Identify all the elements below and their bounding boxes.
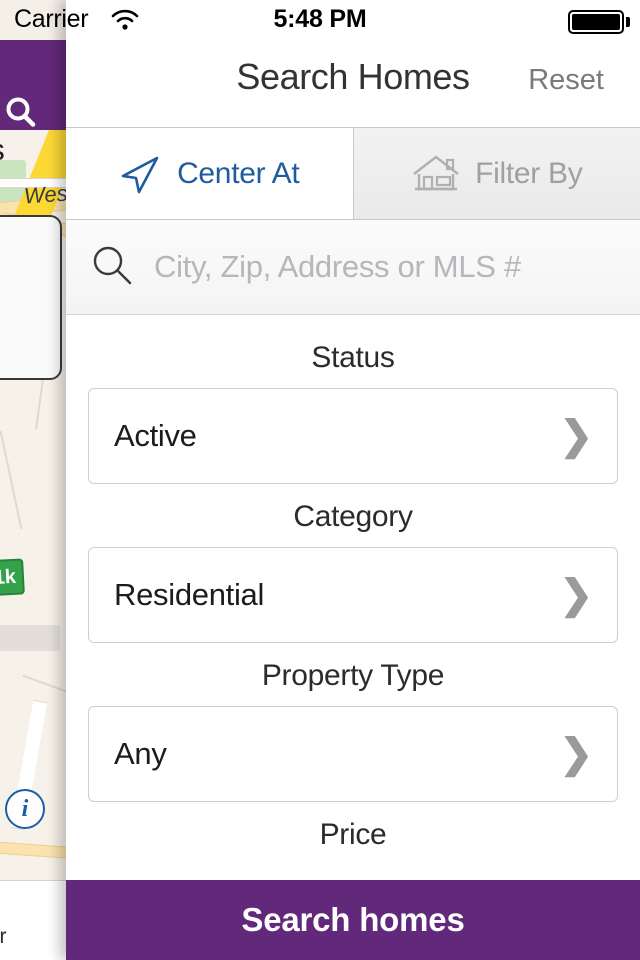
status-bar: Carrier 5:48 PM — [0, 0, 640, 40]
search-icon — [88, 241, 136, 294]
navigation-arrow-icon — [119, 152, 163, 196]
field-row-property-type[interactable]: Any ❯ — [88, 706, 618, 802]
field-label-category: Category — [293, 500, 413, 533]
tab-center-at-label: Center At — [177, 156, 300, 190]
field-label-property-type: Property Type — [261, 659, 445, 692]
filter-form: Status Active ❯ Category Residential ❯ P… — [66, 315, 640, 960]
info-icon-glyph: i — [21, 796, 29, 822]
tab-center-at[interactable]: Center At — [66, 128, 353, 219]
battery-fill — [572, 14, 620, 30]
chevron-right-icon: ❯ — [559, 573, 593, 617]
field-group-price: Price — [66, 806, 640, 865]
app-screen: ults Wes TM 1k i ter Search Homes Reset — [0, 0, 640, 960]
house-icon — [411, 152, 461, 196]
search-icon[interactable] — [2, 95, 38, 131]
field-value-category: Residential — [114, 577, 265, 612]
field-row-category[interactable]: Residential ❯ — [88, 547, 618, 643]
map-building — [0, 625, 60, 651]
status-time: 5:48 PM — [273, 5, 367, 33]
map-callout-card[interactable]: TM — [0, 215, 62, 380]
field-label-price: Price — [319, 818, 387, 851]
search-homes-panel: Search Homes Reset Center At Filter By C… — [66, 0, 640, 960]
tab-filter-by[interactable]: Filter By — [353, 128, 640, 219]
field-label-status: Status — [311, 341, 395, 374]
tab-bar: Center At Filter By — [66, 128, 640, 220]
map-price-pin-label: 1k — [0, 565, 17, 589]
chevron-right-icon: ❯ — [559, 414, 593, 458]
map-results-label: ults — [0, 132, 5, 168]
search-homes-button[interactable]: Search homes — [66, 880, 640, 960]
info-icon[interactable]: i — [5, 789, 45, 829]
field-group-status: Status Active ❯ — [66, 329, 640, 484]
tab-filter-by-label: Filter By — [475, 156, 583, 190]
map-price-pin[interactable]: 1k — [0, 558, 25, 598]
battery-icon — [568, 10, 624, 34]
field-row-status[interactable]: Active ❯ — [88, 388, 618, 484]
field-value-status: Active — [114, 418, 197, 453]
map-bottom-label: ter — [0, 925, 7, 948]
field-group-category: Category Residential ❯ — [66, 488, 640, 643]
reset-button[interactable]: Reset — [528, 64, 604, 97]
battery-nub — [626, 17, 630, 27]
search-input-placeholder: City, Zip, Address or MLS # — [154, 249, 521, 284]
map-street-label: Wes — [23, 180, 69, 209]
search-input[interactable]: City, Zip, Address or MLS # — [66, 220, 640, 315]
field-value-property-type: Any — [114, 736, 167, 771]
chevron-right-icon: ❯ — [559, 732, 593, 776]
field-group-property-type: Property Type Any ❯ — [66, 647, 640, 802]
